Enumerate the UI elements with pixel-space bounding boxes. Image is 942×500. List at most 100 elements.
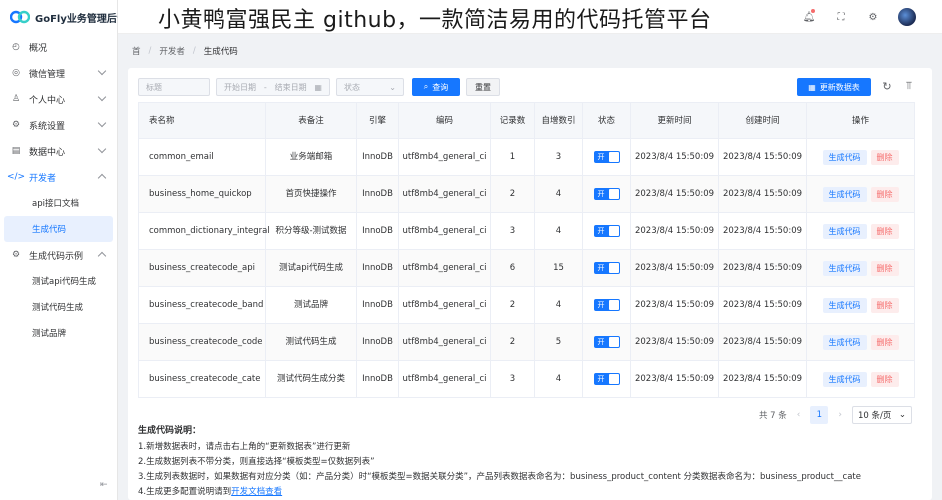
generate-code-button[interactable]: 生成代码 bbox=[822, 371, 867, 387]
gear-icon[interactable]: ⚙ bbox=[866, 10, 880, 24]
breadcrumb-home[interactable]: 首 bbox=[132, 45, 141, 57]
cell-remark: 业务端邮箱 bbox=[265, 138, 357, 176]
col-header: 引擎 bbox=[356, 102, 399, 139]
cell-actions: 生成代码 删除 bbox=[806, 323, 915, 361]
status-toggle[interactable]: 开 bbox=[593, 188, 620, 200]
page-size-select[interactable]: 10 条/页 ⌄ bbox=[852, 406, 912, 424]
cell-updated: 2023/8/4 15:50:09 bbox=[630, 175, 719, 213]
status-toggle[interactable]: 开 bbox=[593, 299, 620, 311]
cell-remark: 测试代码生成分类 bbox=[265, 360, 357, 398]
cell-charset: utf8mb4_general_ci bbox=[398, 286, 491, 324]
status-toggle[interactable]: 开 bbox=[593, 336, 620, 348]
sidebar-item-label: 个人中心 bbox=[29, 95, 66, 106]
cell-actions: 生成代码 删除 bbox=[806, 286, 915, 324]
col-header: 状态 bbox=[582, 102, 631, 139]
delete-button[interactable]: 删除 bbox=[870, 297, 899, 313]
sidebar-subitem-test-api[interactable]: 测试api代码生成 bbox=[0, 268, 117, 294]
generate-code-button[interactable]: 生成代码 bbox=[822, 186, 867, 202]
col-header: 编码 bbox=[398, 102, 491, 139]
delete-button[interactable]: 删除 bbox=[870, 260, 899, 276]
cell-autoinc: 4 bbox=[534, 286, 583, 324]
chevron-up-icon bbox=[97, 173, 107, 183]
generate-code-button[interactable]: 生成代码 bbox=[822, 297, 867, 313]
generate-code-button[interactable]: 生成代码 bbox=[822, 260, 867, 276]
row-actions: 生成代码 删除 bbox=[822, 334, 899, 350]
breadcrumb-developer[interactable]: 开发者 bbox=[159, 45, 185, 57]
cell-engine: InnoDB bbox=[356, 286, 399, 324]
delete-button[interactable]: 删除 bbox=[870, 334, 899, 350]
pagination: 共 7 条 ‹ 1 › 10 条/页 ⌄ bbox=[759, 406, 912, 424]
title-placeholder: 标题 bbox=[146, 82, 162, 92]
cell-actions: 生成代码 删除 bbox=[806, 212, 915, 250]
cell-records: 2 bbox=[490, 323, 535, 361]
cell-updated: 2023/8/4 15:50:09 bbox=[630, 323, 719, 361]
dev-docs-link[interactable]: 开发文档查看 bbox=[231, 487, 282, 497]
row-actions: 生成代码 删除 bbox=[822, 371, 899, 387]
sidebar-subitem-test-brand[interactable]: 测试品牌 bbox=[0, 320, 117, 346]
cell-autoinc: 4 bbox=[534, 175, 583, 213]
cell-remark: 首页快捷操作 bbox=[265, 175, 357, 213]
status-toggle[interactable]: 开 bbox=[593, 262, 620, 274]
page-size-value: 10 条/页 bbox=[858, 411, 892, 421]
cell-actions: 生成代码 删除 bbox=[806, 175, 915, 213]
calendar-icon: ▦ bbox=[314, 82, 322, 92]
sidebar-subitem-test-code[interactable]: 测试代码生成 bbox=[0, 294, 117, 320]
sidebar-item-profile[interactable]: ♙ 个人中心 bbox=[0, 86, 117, 112]
prev-page-icon[interactable]: ‹ bbox=[797, 410, 801, 420]
fullscreen-icon[interactable]: ⛶ bbox=[834, 10, 848, 24]
cell-updated: 2023/8/4 15:50:09 bbox=[630, 360, 719, 398]
bell-icon[interactable]: 🔔︎ bbox=[802, 9, 816, 24]
sidebar-item-settings[interactable]: ⚙ 系统设置 bbox=[0, 112, 117, 138]
cell-autoinc: 15 bbox=[534, 249, 583, 287]
cell-charset: utf8mb4_general_ci bbox=[398, 323, 491, 361]
generate-code-button[interactable]: 生成代码 bbox=[822, 334, 867, 350]
app-logo[interactable]: GoFly业务管理后台 bbox=[0, 0, 127, 34]
sidebar-subitem-api-docs[interactable]: api接口文档 bbox=[0, 190, 117, 216]
refresh-tables-button[interactable]: ▦ 更新数据表 bbox=[797, 78, 871, 96]
status-toggle[interactable]: 开 bbox=[593, 151, 620, 163]
cell-autoinc: 3 bbox=[534, 138, 583, 176]
column-settings-icon[interactable]: ⫪ bbox=[902, 79, 916, 93]
status-toggle[interactable]: 开 bbox=[593, 373, 620, 385]
cell-records: 2 bbox=[490, 286, 535, 324]
table-row: business_createcode_code 测试代码生成 InnoDB utf8… bbox=[138, 323, 915, 361]
delete-button[interactable]: 删除 bbox=[870, 223, 899, 239]
generate-code-button[interactable]: 生成代码 bbox=[822, 223, 867, 239]
sidebar-item-code-examples[interactable]: ⚙ 生成代码示例 bbox=[0, 242, 117, 268]
table-row: common_dictionary_integral 积分等级-测试数据 InnoD… bbox=[138, 212, 915, 250]
delete-button[interactable]: 删除 bbox=[870, 149, 899, 165]
sidebar-item-datacenter[interactable]: ▤ 数据中心 bbox=[0, 138, 117, 164]
breadcrumb-current: 生成代码 bbox=[203, 47, 238, 57]
cell-charset: utf8mb4_general_ci bbox=[398, 360, 491, 398]
generate-code-button[interactable]: 生成代码 bbox=[822, 149, 867, 165]
page-number-current[interactable]: 1 bbox=[810, 406, 829, 424]
cell-created: 2023/8/4 15:50:09 bbox=[718, 175, 807, 213]
sidebar-item-overview[interactable]: ◴ 概况 bbox=[0, 34, 117, 60]
sidebar-item-wechat[interactable]: ◎ 微信管理 bbox=[0, 60, 117, 86]
reset-button[interactable]: 重置 bbox=[466, 78, 500, 96]
main-card: 标题 开始日期 - 结束日期 ▦ 状态 ⌄ ⌕ 查询 重置 ▦ 更新数据表 ↻ … bbox=[128, 68, 932, 500]
date-range-picker[interactable]: 开始日期 - 结束日期 ▦ bbox=[216, 78, 330, 96]
cell-records: 2 bbox=[490, 175, 535, 213]
code-icon: </> bbox=[6, 172, 26, 182]
next-page-icon[interactable]: › bbox=[838, 410, 842, 420]
date-end-placeholder: 结束日期 bbox=[274, 82, 307, 92]
collapse-sidebar-icon[interactable]: ⇤ bbox=[100, 480, 108, 490]
delete-button[interactable]: 删除 bbox=[870, 186, 899, 202]
title-search-input[interactable]: 标题 bbox=[138, 78, 210, 96]
avatar[interactable] bbox=[898, 8, 916, 26]
table-row: business_home_quickop 首页快捷操作 InnoDB utf8mb4… bbox=[138, 175, 915, 213]
query-button[interactable]: ⌕ 查询 bbox=[412, 78, 460, 96]
status-select[interactable]: 状态 ⌄ bbox=[336, 78, 404, 96]
chevron-down-icon: ⌄ bbox=[389, 82, 396, 92]
cell-created: 2023/8/4 15:50:09 bbox=[718, 138, 807, 176]
cell-autoinc: 4 bbox=[534, 360, 583, 398]
sidebar-subitem-generate-code[interactable]: 生成代码 bbox=[4, 216, 113, 242]
status-toggle[interactable]: 开 bbox=[593, 225, 620, 237]
delete-button[interactable]: 删除 bbox=[870, 371, 899, 387]
reload-icon[interactable]: ↻ bbox=[880, 79, 894, 93]
cell-status: 开 bbox=[582, 286, 631, 324]
row-actions: 生成代码 删除 bbox=[822, 223, 899, 239]
chevron-down-icon bbox=[97, 66, 107, 76]
sidebar-item-developer[interactable]: </> 开发者 bbox=[0, 164, 117, 190]
